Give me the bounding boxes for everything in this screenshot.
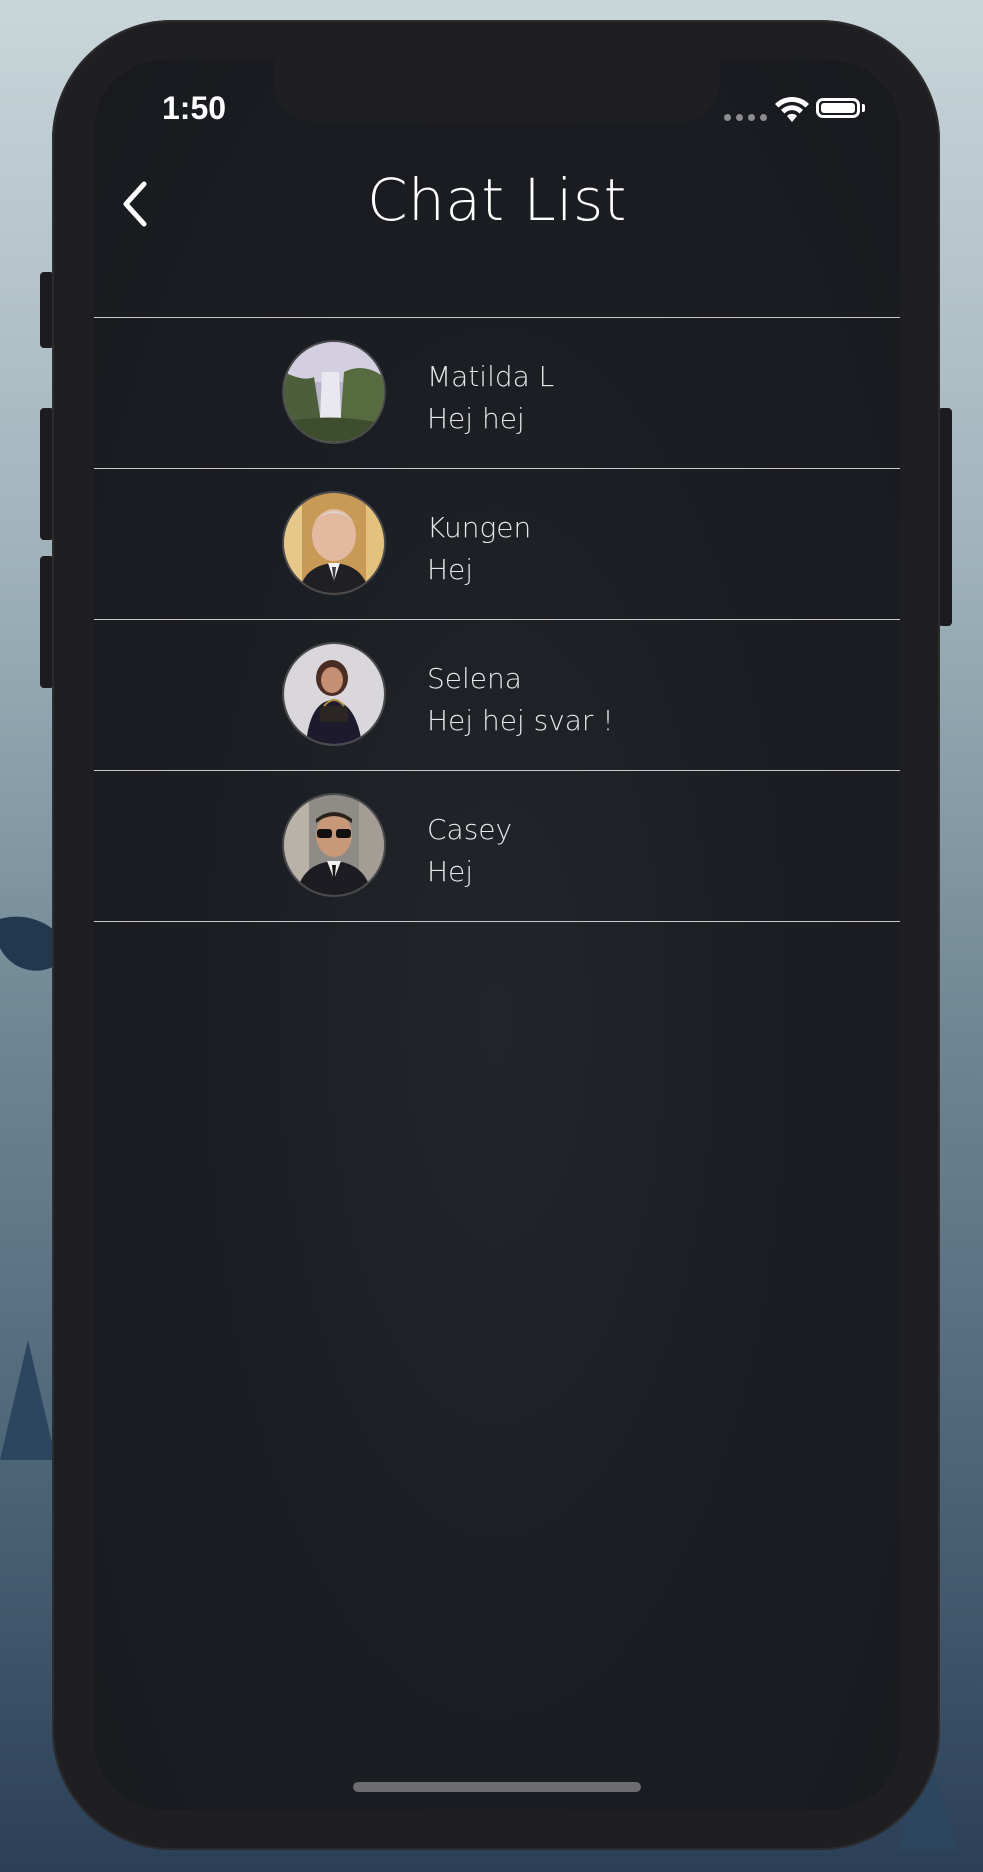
power-button (938, 408, 952, 626)
chat-message-preview: Hej (427, 553, 474, 586)
chat-list: Matilda L Hej hej Kungen Hej Selena Hej … (94, 317, 900, 922)
avatar (282, 340, 386, 444)
avatar (282, 793, 386, 897)
chat-name: Matilda L (427, 360, 555, 393)
page-title: Chat List (367, 166, 627, 234)
chat-row-kungen[interactable]: Kungen Hej (94, 469, 900, 620)
notch (274, 60, 720, 122)
signal-dots-icon (724, 114, 767, 121)
background-tree (0, 1340, 56, 1460)
chat-row-matilda[interactable]: Matilda L Hej hej (94, 318, 900, 469)
chat-message-preview: Hej (427, 855, 474, 888)
avatar (282, 642, 386, 746)
chat-name: Kungen (427, 511, 532, 544)
app-screen: 1:50 Chat List Matilda L Hej hej Kungen … (94, 60, 900, 1810)
chat-message-preview: Hej hej (427, 402, 525, 435)
status-time: 1:50 (162, 90, 227, 126)
chat-row-casey[interactable]: Casey Hej (94, 771, 900, 922)
battery-icon (816, 98, 860, 118)
avatar (282, 491, 386, 595)
battery-tip (862, 104, 865, 112)
chat-name: Selena (427, 662, 522, 695)
home-indicator[interactable] (353, 1782, 641, 1792)
chat-name: Casey (427, 813, 513, 846)
chat-row-selena[interactable]: Selena Hej hej svar ! (94, 620, 900, 771)
wifi-icon (774, 96, 810, 124)
chat-message-preview: Hej hej svar ! (427, 704, 614, 737)
